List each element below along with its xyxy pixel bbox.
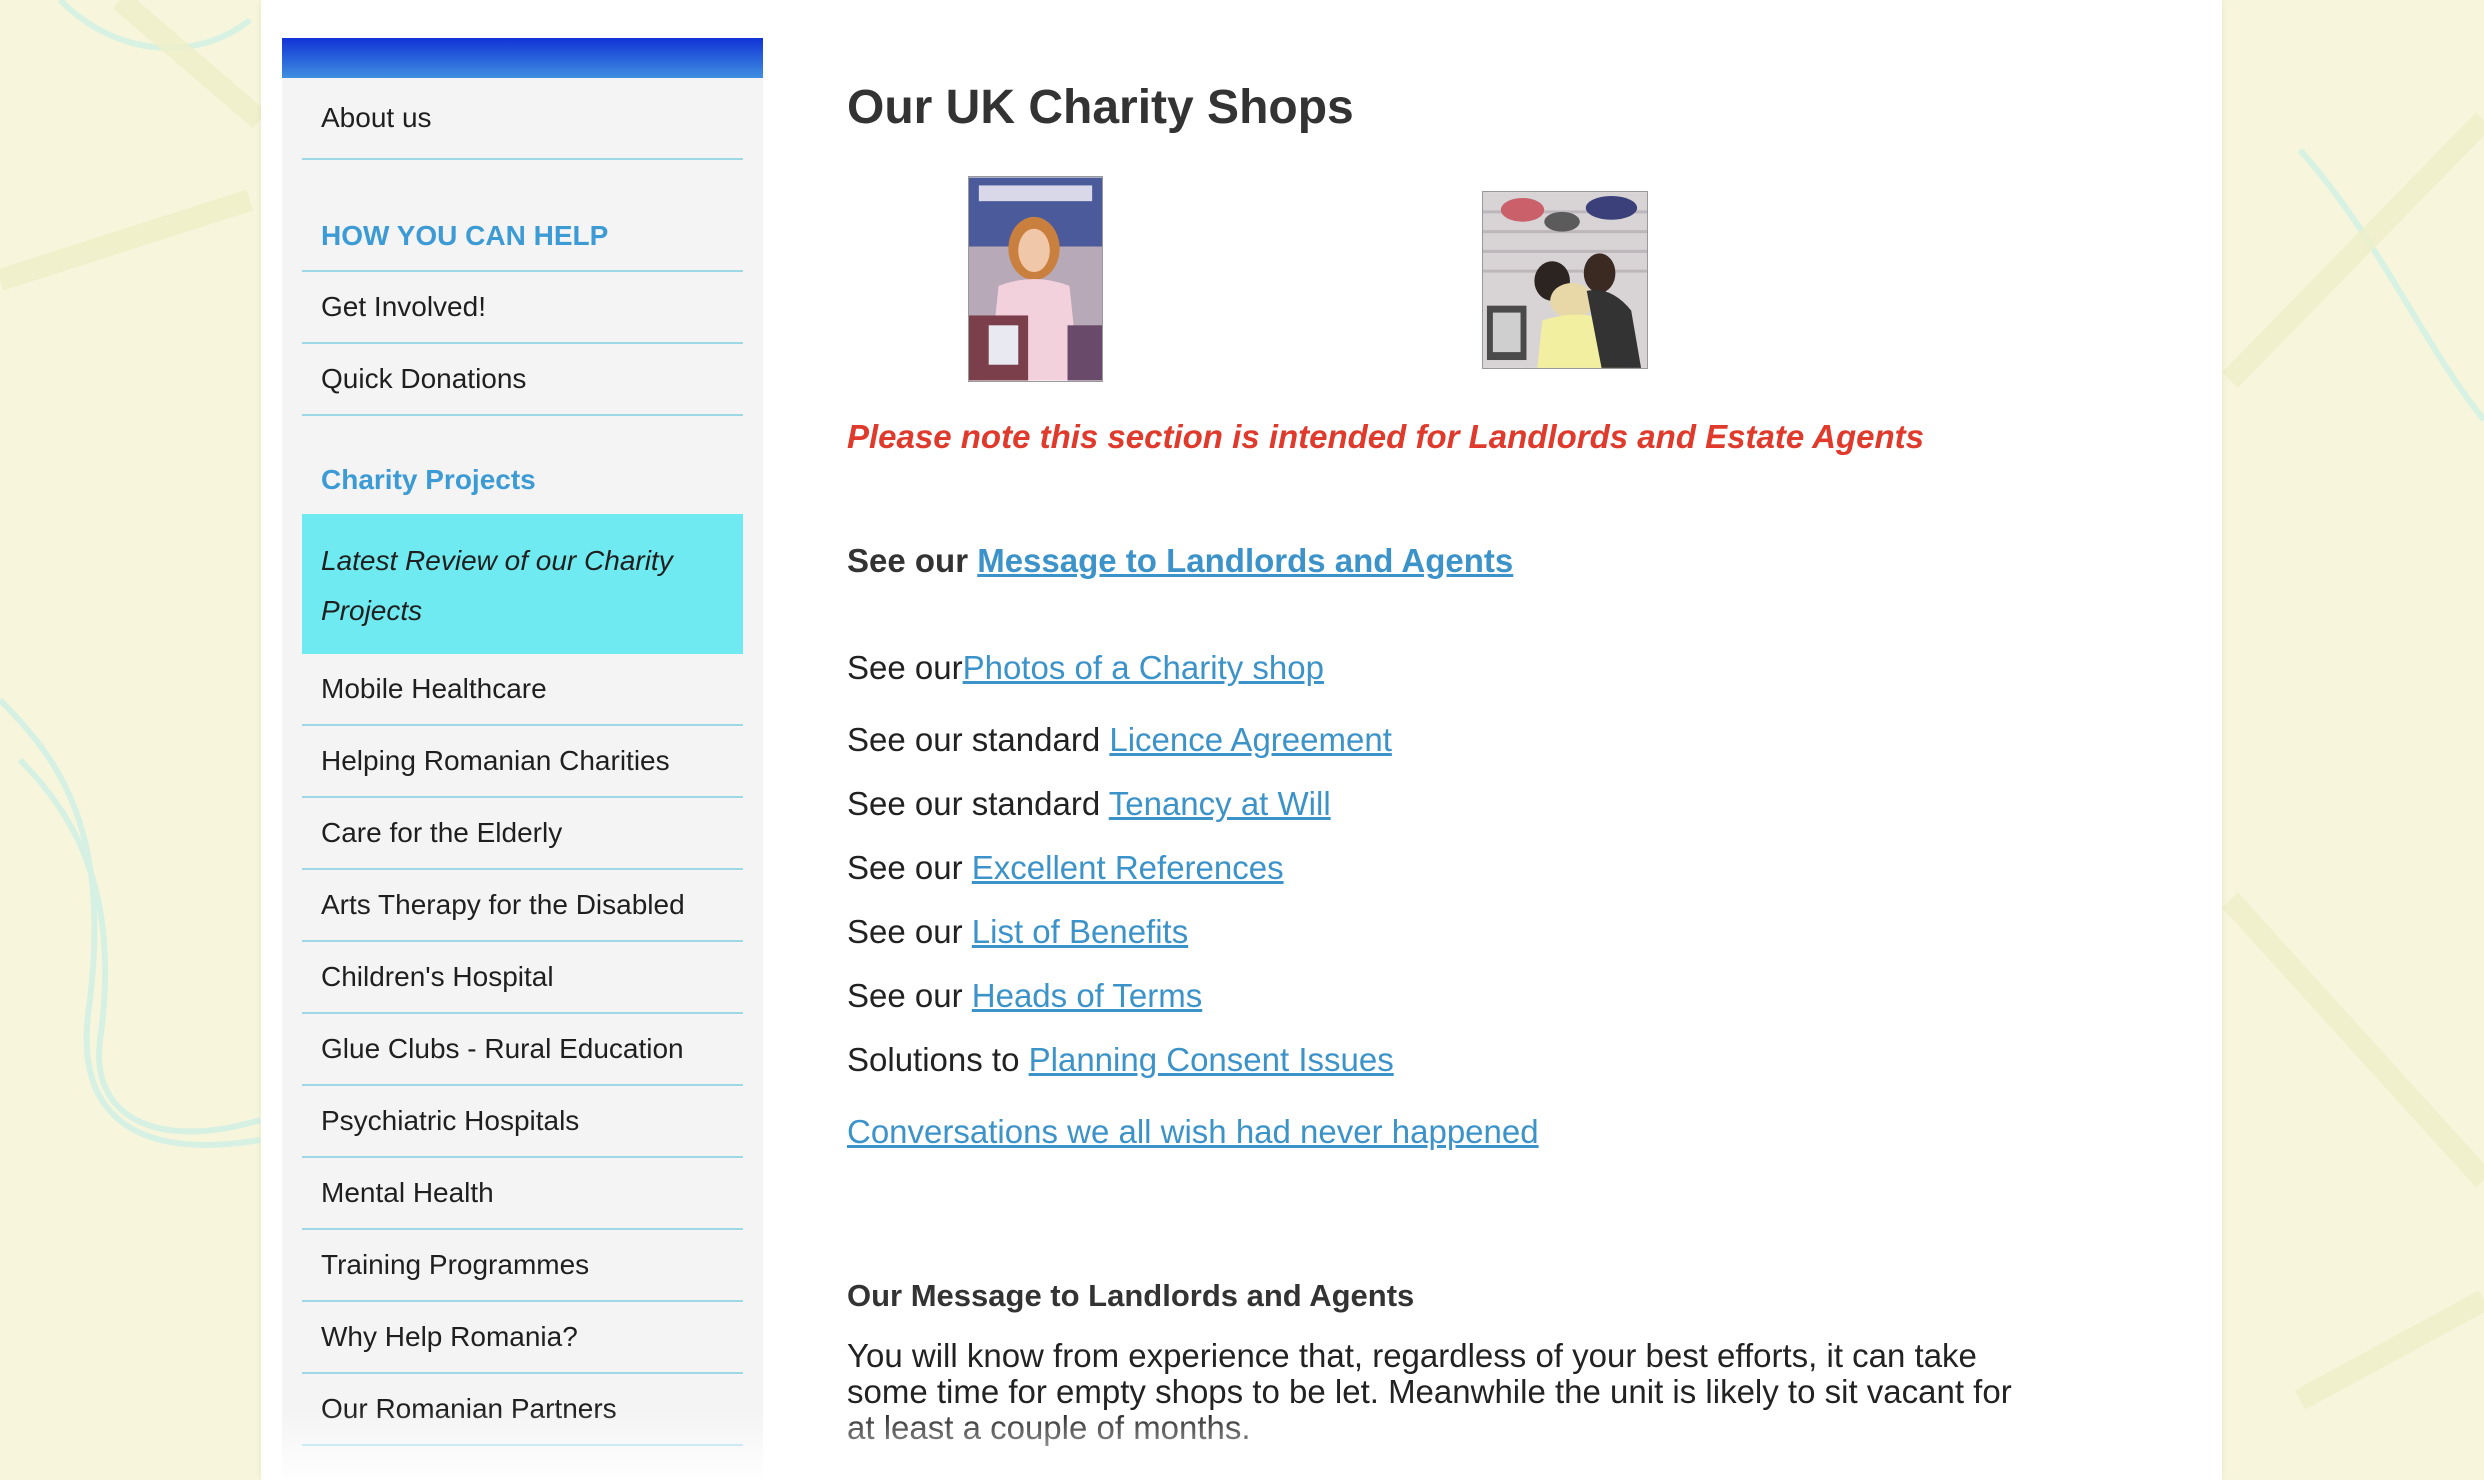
link-line-licence: See our standard Licence Agreement [847,721,1392,759]
licence-agreement-link[interactable]: Licence Agreement [1109,721,1392,758]
message-to-landlords-link[interactable]: Message to Landlords and Agents [977,542,1513,579]
message-line: See our Message to Landlords and Agents [847,542,1513,580]
charity-volunteer-photo[interactable] [968,176,1103,382]
sidebar-item-latest-review[interactable]: Latest Review of our Charity Projects [302,514,743,654]
sidebar-item-psychiatric-hospitals[interactable]: Psychiatric Hospitals [302,1086,743,1158]
link-line-prefix: See our [847,649,963,686]
link-line-tenancy: See our standard Tenancy at Will [847,785,1331,823]
sidebar-item-childrens-hospital[interactable]: Children's Hospital [302,942,743,1014]
sidebar-item-about[interactable]: About us [302,78,743,160]
planning-consent-link[interactable]: Planning Consent Issues [1029,1041,1394,1078]
photos-charity-shop-link[interactable]: Photos of a Charity shop [963,649,1324,686]
link-line-prefix: See our [847,913,963,950]
link-line-prefix: See our standard [847,785,1101,822]
page-container: About us HOW YOU CAN HELP Get Involved! … [261,0,2222,1480]
sidebar-item-mobile-healthcare[interactable]: Mobile Healthcare [302,654,743,726]
conversations-line: Conversations we all wish had never happ… [847,1113,1539,1151]
link-line-prefix: Solutions to [847,1041,1020,1078]
bottom-fade [261,1410,2222,1480]
link-line-references: See our Excellent References [847,849,1284,887]
conversations-link[interactable]: Conversations we all wish had never happ… [847,1113,1539,1150]
sidebar-item-get-involved[interactable]: Get Involved! [302,272,743,344]
page-title: Our UK Charity Shops [847,81,1354,134]
sidebar-item-training-programmes[interactable]: Training Programmes [302,1230,743,1302]
sidebar-item-glue-clubs[interactable]: Glue Clubs - Rural Education [302,1014,743,1086]
link-line-heads-of-terms: See our Heads of Terms [847,977,1202,1015]
list-of-benefits-link[interactable]: List of Benefits [972,913,1188,950]
message-line-prefix: See our [847,542,969,579]
charity-shop-photo[interactable] [1482,191,1648,369]
link-line-benefits: See our List of Benefits [847,913,1188,951]
sidebar-header-bar [282,38,763,78]
landlords-notice: Please note this section is intended for… [847,418,1924,455]
excellent-references-link[interactable]: Excellent References [972,849,1284,886]
heads-of-terms-link[interactable]: Heads of Terms [972,977,1202,1014]
tenancy-at-will-link[interactable]: Tenancy at Will [1109,785,1331,822]
link-line-prefix: See our [847,849,963,886]
sidebar-heading-help: HOW YOU CAN HELP [302,160,743,272]
sidebar-heading-projects: Charity Projects [321,464,536,495]
sidebar-item-helping-romanian-charities[interactable]: Helping Romanian Charities [302,726,743,798]
sidebar-item-arts-therapy[interactable]: Arts Therapy for the Disabled [302,870,743,942]
sidebar-item-care-elderly[interactable]: Care for the Elderly [302,798,743,870]
link-line-prefix: See our [847,977,963,1014]
sidebar-item-quick-donations[interactable]: Quick Donations [302,344,743,416]
link-line-planning: Solutions to Planning Consent Issues [847,1041,1394,1079]
sidebar-item-why-help-romania[interactable]: Why Help Romania? [302,1302,743,1374]
link-line-prefix: See our standard [847,721,1101,758]
sidebar: About us HOW YOU CAN HELP Get Involved! … [282,38,763,1480]
sidebar-item-mental-health[interactable]: Mental Health [302,1158,743,1230]
link-line-photos: See ourPhotos of a Charity shop [847,649,1324,687]
section-heading: Our Message to Landlords and Agents [847,1278,1415,1313]
